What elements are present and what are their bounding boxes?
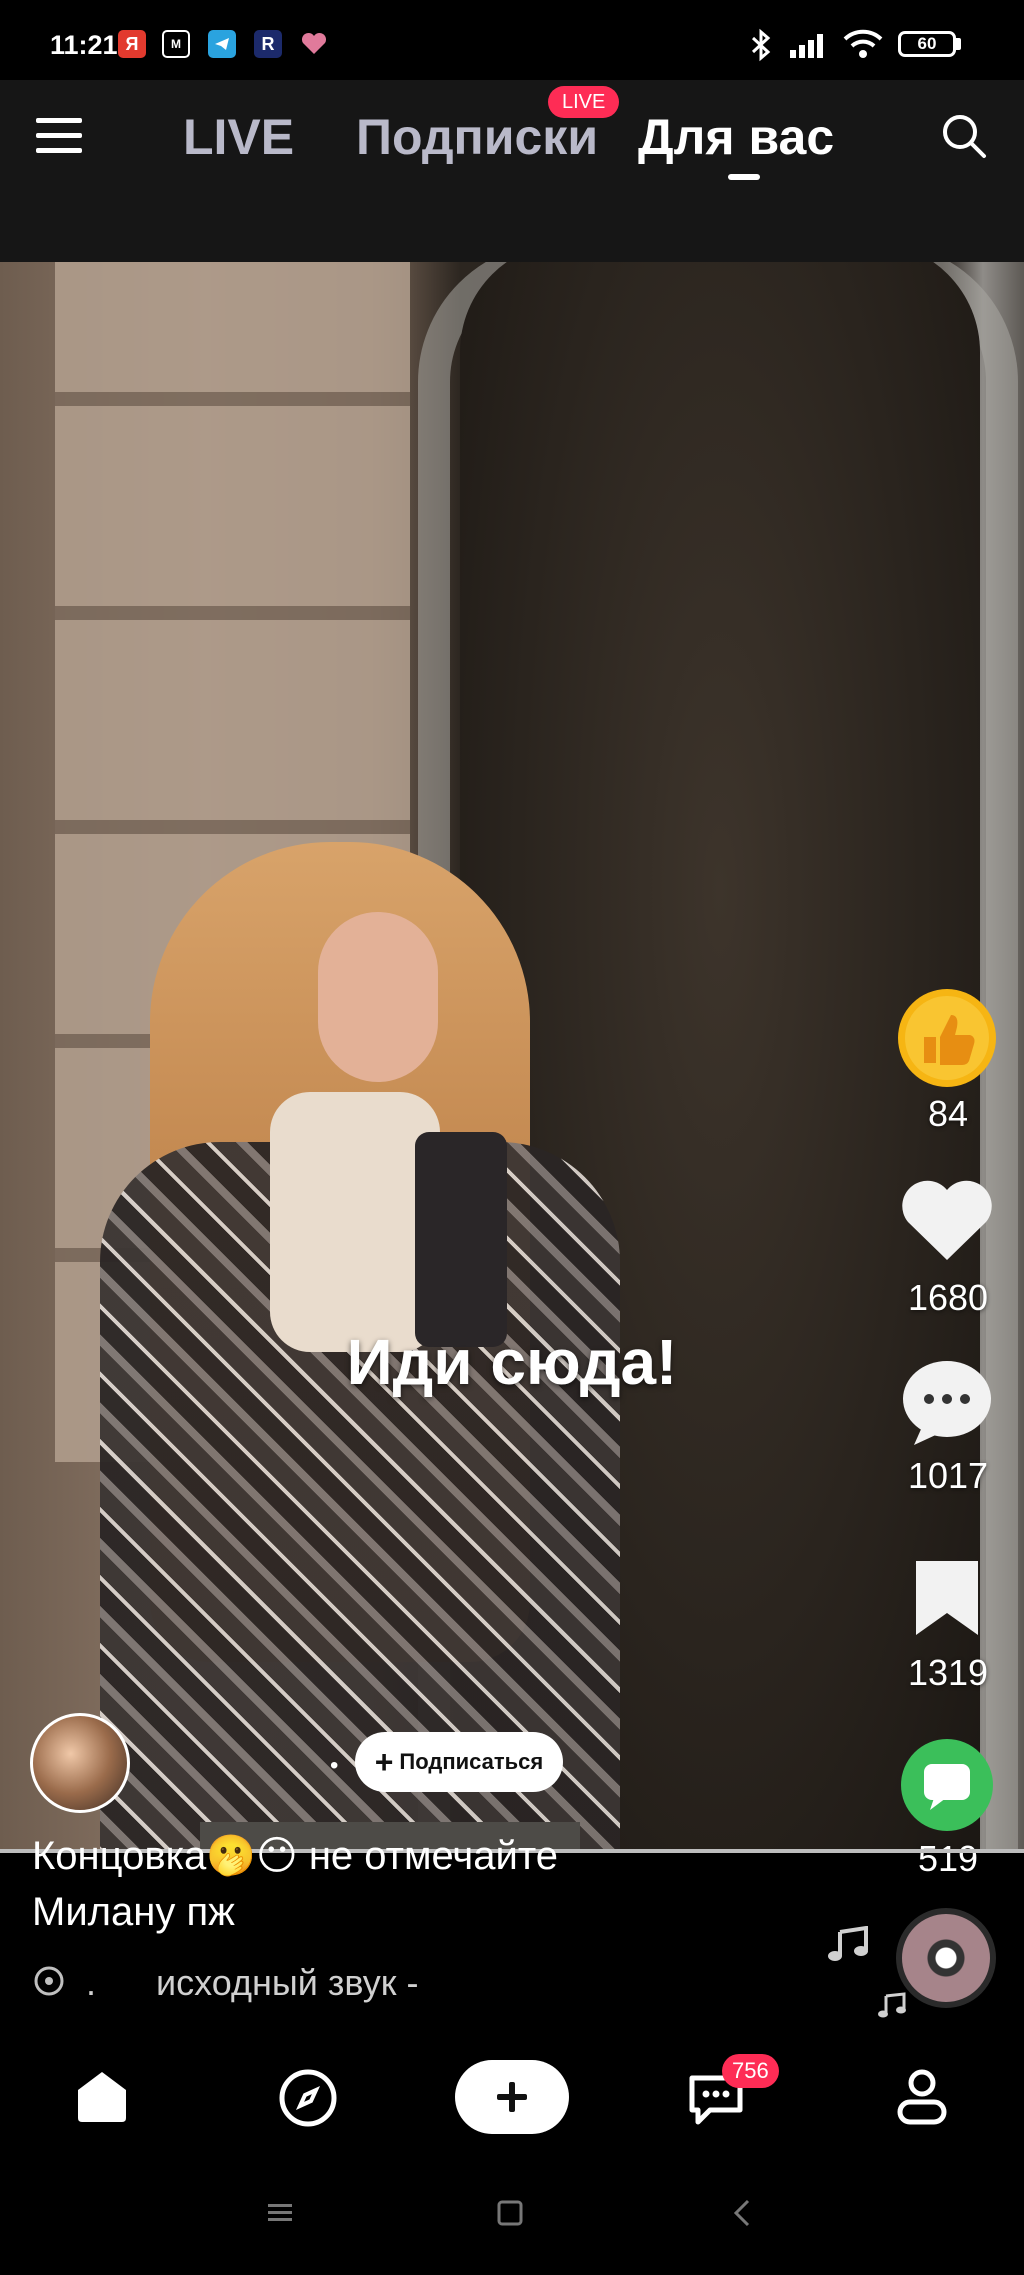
separator-dot: •: [330, 1752, 339, 1779]
author-avatar[interactable]: [30, 1713, 130, 1813]
tab-live[interactable]: LIVE: [183, 108, 294, 166]
battery-indicator: 60: [898, 31, 956, 57]
video-player[interactable]: [0, 262, 1024, 1850]
discover-icon[interactable]: [278, 2068, 338, 2133]
video-caption-overlay: Иди сюда!: [346, 1326, 678, 1398]
back-icon[interactable]: [732, 2198, 752, 2233]
comment-icon[interactable]: [900, 1357, 994, 1452]
shares-count: 519: [917, 1838, 979, 1879]
active-tab-indicator: [728, 174, 760, 180]
sound-disc-icon[interactable]: [896, 1908, 996, 2008]
live-badge: LIVE: [548, 86, 620, 118]
sound-source-icon: [32, 1964, 66, 2007]
video-person-face: [318, 912, 438, 1082]
hamburger-menu-icon[interactable]: [36, 116, 84, 161]
follow-button[interactable]: + Подписаться: [355, 1732, 563, 1792]
share-chat-icon[interactable]: [900, 1738, 994, 1837]
boost-count: 84: [927, 1093, 969, 1134]
home-icon[interactable]: [74, 2070, 130, 2129]
video-description-line2: Милану пж: [32, 1890, 235, 1934]
music-note-small-icon: [878, 1992, 906, 2023]
r-app-icon: R: [254, 30, 282, 58]
battery-tip: [956, 38, 961, 50]
inbox-badge: 756: [722, 2054, 779, 2088]
boost-thumbs-up-icon[interactable]: [896, 987, 998, 1094]
signal-icon: [788, 30, 832, 65]
heart-app-icon: [300, 32, 328, 61]
recents-icon[interactable]: [266, 2202, 294, 2229]
create-button[interactable]: [455, 2060, 569, 2134]
sound-row[interactable]: . исходный звук -: [32, 1962, 418, 2007]
sound-name: исходный звук -: [156, 1962, 419, 2003]
search-icon[interactable]: [940, 112, 988, 165]
bluetooth-icon: [744, 28, 778, 67]
profile-icon[interactable]: [894, 2068, 950, 2131]
video-description-line1: Концовка🫢😶 не отмечайте: [32, 1834, 558, 1878]
mail-icon: M: [162, 30, 190, 58]
like-heart-icon[interactable]: [900, 1178, 994, 1269]
music-note-icon: [826, 1925, 870, 1967]
follow-button-label: Подписаться: [399, 1749, 544, 1774]
plus-create-icon: [497, 2082, 527, 2112]
status-time: 11:21: [50, 30, 118, 60]
saves-count: 1319: [907, 1652, 989, 1693]
likes-count: 1680: [907, 1277, 989, 1318]
video-person-phone: [415, 1132, 507, 1347]
wifi-icon: [842, 28, 884, 65]
home-square-icon[interactable]: [497, 2200, 523, 2231]
comments-count: 1017: [907, 1455, 989, 1496]
bookmark-icon[interactable]: [912, 1557, 982, 1644]
plus-icon: +: [374, 1744, 394, 1780]
yandex-icon: Я: [118, 30, 146, 58]
tab-for-you[interactable]: Для вас: [638, 108, 834, 166]
sound-prefix: .: [86, 1962, 97, 2003]
telegram-icon: [208, 30, 236, 58]
